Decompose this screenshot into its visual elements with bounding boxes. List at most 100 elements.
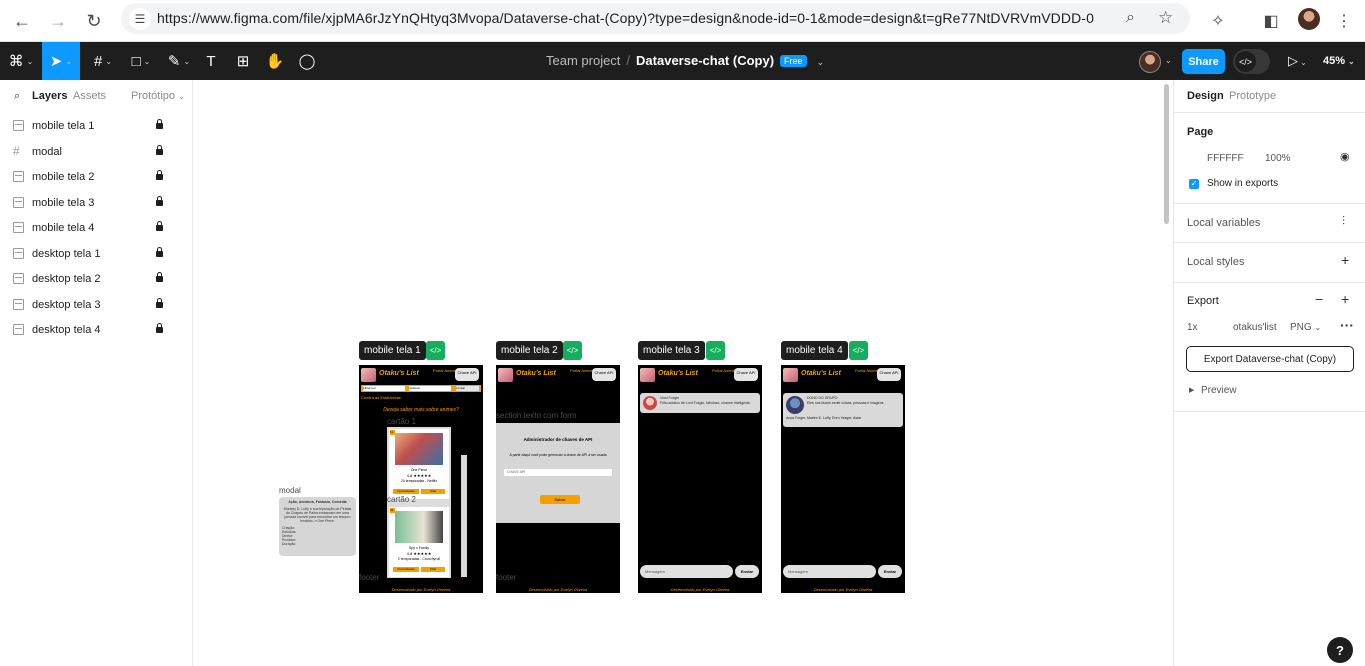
profile-avatar[interactable] (1298, 8, 1320, 30)
chevron-down-icon[interactable]: ⌄ (1165, 56, 1172, 65)
lock-icon[interactable] (156, 297, 163, 308)
lock-icon[interactable] (156, 272, 163, 282)
lock-icon[interactable] (156, 246, 163, 257)
mobile-tela-2-frame[interactable]: Otaku's List Portal Anime Chave API sect… (496, 365, 620, 593)
code-icon[interactable]: </> (563, 341, 582, 360)
add-export-icon[interactable]: + (1341, 291, 1349, 307)
frame-label-mobile-tela-4[interactable]: mobile tela 4 (781, 341, 848, 360)
resources-tool[interactable]: ⊞ (232, 42, 254, 80)
side-panel-icon[interactable]: ◧ (1256, 6, 1286, 36)
shape-tool[interactable]: □ ⌄ (124, 42, 158, 80)
project-name[interactable]: Team project (546, 53, 620, 68)
layer-item[interactable]: mobile tela 1 (0, 113, 193, 139)
frame-icon (13, 273, 24, 284)
comment-tool[interactable]: ◯ (296, 42, 318, 80)
frame-label-mobile-tela-2[interactable]: mobile tela 2 (496, 341, 563, 360)
tab-design[interactable]: Design (1187, 90, 1224, 102)
present-button[interactable]: ▷ ⌄ (1288, 53, 1307, 69)
zoom-icon[interactable]: ⌕ (1126, 9, 1135, 27)
api-form-subtitle: A partir daqui você pode gerenciar a cha… (509, 453, 607, 457)
lock-icon[interactable] (156, 323, 163, 333)
brand-title: Otaku's List (379, 370, 419, 377)
section-ghost-label: section texto com form (496, 411, 577, 420)
export-button[interactable]: Export Dataverse-chat (Copy) (1186, 346, 1354, 372)
search-icon[interactable]: ⌕ (14, 90, 20, 103)
layer-item[interactable]: desktop tela 1 (0, 241, 193, 267)
modal-synopsis: Monkey D. Luffy e sua tripulação de Pira… (283, 507, 352, 523)
address-bar[interactable]: ☰ https://www.figma.com/file/xjpMA6rJzYn… (121, 3, 1190, 34)
layer-item[interactable]: desktop tela 3 (0, 292, 193, 318)
layer-item[interactable]: mobile tela 2 (0, 164, 193, 190)
reload-button[interactable]: ↻ (80, 7, 108, 35)
add-style-icon[interactable]: + (1341, 252, 1349, 268)
main-menu-button[interactable]: ⌘ ⌄ (6, 42, 36, 80)
footer-ghost-label: footer (359, 573, 380, 582)
show-in-exports-checkbox[interactable]: ✓ (1189, 179, 1199, 189)
export-scale[interactable]: 1x (1187, 322, 1198, 333)
preview-toggle[interactable]: Preview (1201, 385, 1237, 396)
move-icon: ➤ (49, 53, 63, 70)
chevron-right-icon[interactable]: ▶ (1189, 386, 1194, 394)
local-variables-label[interactable]: Local variables (1187, 217, 1260, 229)
card-image (395, 511, 443, 543)
dev-mode-toggle[interactable]: </> (1233, 49, 1270, 74)
code-icon[interactable]: </> (706, 341, 725, 360)
canvas-scrollbar[interactable] (1164, 84, 1169, 224)
code-icon[interactable]: </> (426, 341, 445, 360)
mobile-tela-3-frame[interactable]: Otaku's List Portal Anime Chave API Vins… (638, 365, 762, 593)
url-text[interactable]: https://www.figma.com/file/xjpMA6rJzYnQH… (157, 10, 1094, 26)
figma-logo-icon: ⌘ (8, 53, 24, 70)
layer-item[interactable]: mobile tela 4 (0, 215, 193, 241)
variables-icon[interactable]: ⫶ (1342, 214, 1345, 229)
api-key-button: Chave API (877, 368, 901, 381)
user-avatar[interactable] (1139, 51, 1161, 73)
page-selector[interactable]: Protótipo ⌄ (131, 90, 185, 102)
browser-menu-icon[interactable]: ⋮ (1329, 6, 1359, 36)
lock-icon[interactable] (156, 170, 163, 180)
frame-label-mobile-tela-3[interactable]: mobile tela 3 (638, 341, 705, 360)
hand-tool[interactable]: ✋ (264, 42, 286, 80)
remove-export-icon[interactable]: − (1315, 291, 1323, 307)
share-button[interactable]: Share (1182, 49, 1225, 74)
pen-tool[interactable]: ✎ ⌄ (162, 42, 196, 80)
eye-icon[interactable]: ◉ (1340, 150, 1350, 163)
export-suffix[interactable]: otakus'list (1233, 322, 1277, 333)
chat-button: Chat (421, 489, 445, 494)
resources-icon: ⊞ (236, 53, 250, 70)
more-options-icon[interactable]: ··· (1340, 317, 1354, 333)
back-button[interactable]: ← (8, 7, 36, 35)
lock-icon[interactable] (156, 119, 163, 129)
show-in-exports-label: Show in exports (1207, 178, 1279, 189)
lock-icon[interactable] (156, 195, 163, 206)
page-opacity-value[interactable]: 100% (1265, 153, 1291, 164)
layer-item[interactable]: desktop tela 4 (0, 317, 193, 343)
text-tool[interactable]: T (200, 42, 222, 80)
tab-prototype[interactable]: Prototype (1229, 90, 1276, 102)
help-button[interactable]: ? (1327, 637, 1353, 663)
extensions-icon[interactable]: ✧ (1203, 6, 1233, 36)
modal-frame[interactable]: Ação, Aventura, Fantasia, Comédia Monkey… (279, 497, 356, 556)
chevron-down-icon[interactable]: ⌄ (817, 57, 825, 67)
lock-icon[interactable] (156, 221, 163, 231)
layer-item[interactable]: desktop tela 2 (0, 266, 193, 292)
layer-item[interactable]: # modal (0, 139, 193, 165)
frame-label-mobile-tela-1[interactable]: mobile tela 1 (359, 341, 426, 360)
mobile-tela-1-frame[interactable]: Otaku's List Portal Anime Chave API Filt… (359, 365, 483, 593)
tab-layers[interactable]: Layers (32, 90, 67, 102)
export-format[interactable]: PNG ⌄ (1290, 322, 1321, 333)
mobile-tela-4-frame[interactable]: Otaku's List Portal Anime Chave API DONO… (781, 365, 905, 593)
site-info-icon[interactable]: ☰ (129, 8, 151, 30)
layer-item[interactable]: mobile tela 3 (0, 190, 193, 216)
lock-icon[interactable] (156, 144, 163, 155)
zoom-dropdown[interactable]: 45% ⌄ (1323, 55, 1355, 67)
tab-assets[interactable]: Assets (73, 90, 106, 102)
file-name[interactable]: Dataverse-chat (Copy) (636, 53, 774, 68)
forward-button[interactable]: → (44, 7, 72, 35)
page-color-value[interactable]: FFFFFF (1207, 153, 1244, 164)
local-styles-label[interactable]: Local styles (1187, 256, 1244, 268)
bookmark-star-icon[interactable]: ☆ (1158, 8, 1173, 28)
code-icon[interactable]: </> (849, 341, 868, 360)
plan-badge: Free (780, 55, 807, 67)
move-tool[interactable]: ➤ ⌄ (42, 42, 80, 80)
frame-tool[interactable]: # ⌄ (86, 42, 120, 80)
